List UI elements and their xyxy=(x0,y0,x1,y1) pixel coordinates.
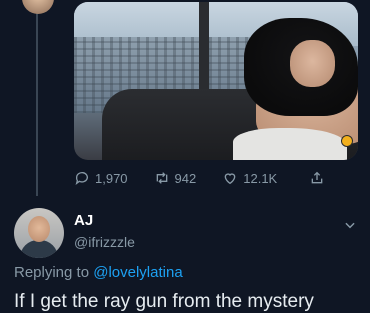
reply-text: If I get the ray gun from the mystery xyxy=(14,291,314,312)
retweet-button[interactable]: 942 xyxy=(154,170,197,186)
reply-icon xyxy=(75,172,88,185)
retweet-icon xyxy=(156,172,167,184)
avatar[interactable] xyxy=(14,208,64,258)
reply-button[interactable]: 1,970 xyxy=(74,170,128,186)
reply-author-handle[interactable]: @ifrizzzle xyxy=(74,234,135,250)
replying-to-mention[interactable]: @lovelylatina xyxy=(93,264,182,281)
share-button[interactable] xyxy=(309,170,325,186)
reply-author-name[interactable]: AJ xyxy=(74,212,93,229)
share-icon xyxy=(311,171,323,184)
media-badge-icon xyxy=(342,136,352,146)
replying-to-label: Replying to xyxy=(14,264,90,281)
tweet-image[interactable] xyxy=(74,2,358,160)
replying-to-line: Replying to @lovelylatina xyxy=(14,264,183,281)
tweet-actions: 1,970 942 12.1K xyxy=(74,168,358,188)
reply-count: 1,970 xyxy=(95,170,128,186)
chevron-down-icon[interactable] xyxy=(343,218,357,232)
like-button[interactable]: 12.1K xyxy=(222,170,277,186)
like-count: 12.1K xyxy=(243,170,278,186)
heart-icon xyxy=(224,173,236,185)
thread-line xyxy=(36,0,38,196)
retweet-count: 942 xyxy=(174,170,197,186)
original-author-avatar[interactable] xyxy=(22,0,54,14)
